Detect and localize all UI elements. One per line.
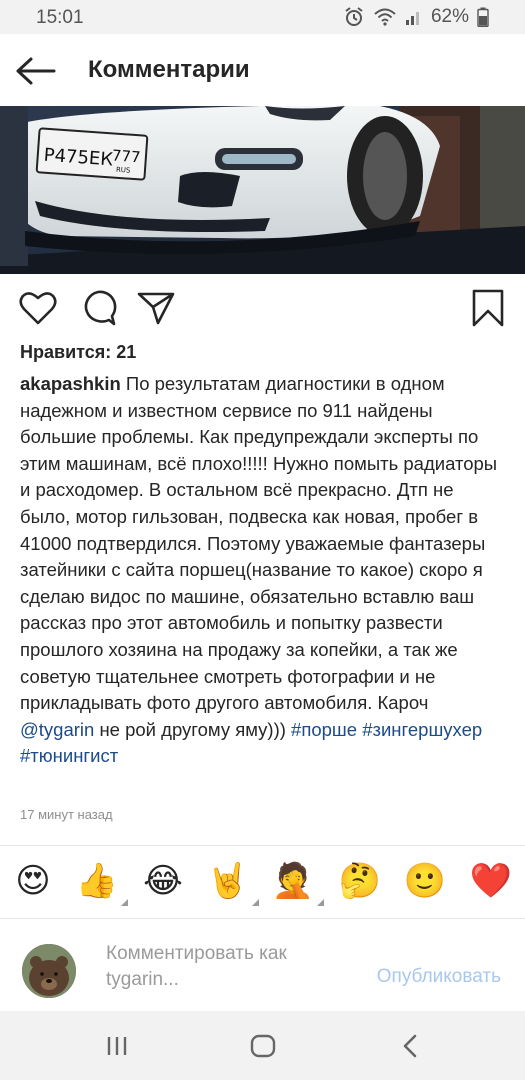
comment-input[interactable]: Комментировать как tygarin... (106, 941, 346, 993)
system-nav-bar (0, 1011, 525, 1080)
hashtag-link[interactable]: #зингершухер (362, 719, 482, 740)
plate-country: RUS (116, 166, 132, 175)
post-timestamp: 17 минут назад (20, 807, 113, 822)
emoji-rock-hand[interactable]: 🤘 (205, 858, 259, 906)
back-icon[interactable] (396, 1031, 426, 1061)
emoji-slight-smile[interactable]: 🙂 (402, 858, 448, 904)
bookmark-icon[interactable] (468, 288, 508, 328)
home-icon[interactable] (248, 1031, 278, 1061)
like-heart-icon[interactable] (18, 288, 58, 328)
emoji-quick-bar: 😍 👍 😂 🤘 🤦 🤔 🙂 ❤️ (0, 858, 525, 910)
caption-tail: не рой другому яму))) (94, 718, 292, 740)
alarm-icon (345, 7, 363, 26)
emoji-tears-of-joy[interactable]: 😂 (140, 858, 186, 904)
emoji-red-heart[interactable]: ❤️ (468, 858, 514, 904)
publish-button[interactable]: Опубликовать (377, 966, 501, 988)
avatar (22, 944, 76, 998)
mention-link[interactable]: @tygarin (20, 719, 94, 740)
hashtag-link[interactable]: #тюнингист (20, 745, 118, 766)
post-photo[interactable]: Р475ЕК 777 RUS (0, 106, 525, 274)
battery-percent: 62% (430, 6, 469, 27)
car-photo-image: Р475ЕК 777 RUS (0, 106, 525, 274)
comment-bubble-icon[interactable] (78, 288, 118, 328)
skin-tone-indicator (317, 899, 324, 906)
emoji-heart-eyes[interactable]: 😍 (10, 858, 56, 904)
comment-composer: Комментировать как tygarin... Опубликова… (0, 938, 525, 1008)
caption-text: По результатам диагностики в одном надеж… (20, 373, 498, 714)
license-plate: Р475ЕК 777 RUS (35, 127, 149, 181)
signal-icon (405, 12, 419, 25)
emoji-thinking[interactable]: 🤔 (337, 858, 383, 904)
status-bar: 15:01 62% (0, 0, 525, 34)
status-icons: 62% (343, 6, 489, 28)
likes-count[interactable]: Нравится: 21 (20, 342, 136, 363)
hashtag-link[interactable]: #порше (291, 719, 357, 740)
wifi-icon (374, 8, 396, 26)
battery-icon (477, 7, 489, 27)
divider (0, 918, 525, 919)
back-arrow-icon[interactable] (14, 54, 58, 88)
recent-apps-icon[interactable] (102, 1031, 132, 1061)
divider (0, 845, 525, 846)
plate-region: 777 (111, 146, 141, 166)
post-actions (0, 288, 525, 328)
share-send-icon[interactable] (136, 288, 176, 328)
skin-tone-indicator (121, 899, 128, 906)
status-time: 15:01 (36, 7, 84, 28)
caption-author[interactable]: akapashkin (20, 373, 121, 394)
skin-tone-indicator (252, 899, 259, 906)
post-caption: akapashkin По результатам диагностики в … (20, 371, 506, 770)
page-title: Комментарии (88, 56, 250, 83)
bear-avatar-image (22, 944, 76, 998)
emoji-thumbs-up[interactable]: 👍 (74, 858, 128, 906)
app-header: Комментарии (0, 34, 525, 106)
emoji-facepalm[interactable]: 🤦 (270, 858, 324, 906)
